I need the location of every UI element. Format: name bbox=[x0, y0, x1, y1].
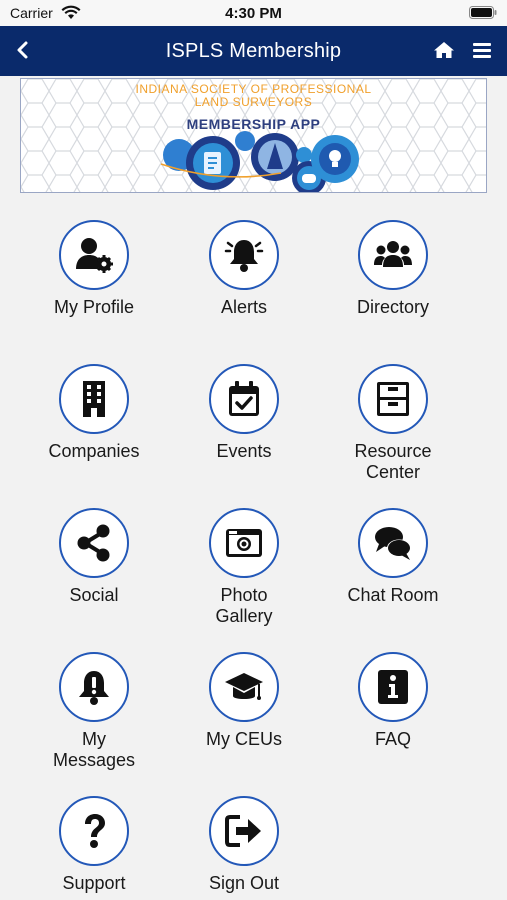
status-bar: Carrier 4:30 PM bbox=[0, 0, 507, 26]
menu-item-label: My CEUs bbox=[206, 729, 282, 749]
chat-bubbles-icon bbox=[375, 527, 411, 560]
building-icon bbox=[83, 381, 105, 417]
menu-item-label: Directory bbox=[356, 297, 429, 317]
banner-organization-name: INDIANA SOCIETY OF PROFESSIONAL LAND SUR… bbox=[135, 82, 372, 109]
user-gear-icon bbox=[76, 238, 113, 273]
menu-item-label: Events bbox=[216, 441, 272, 461]
menu-item-label: Sign Out bbox=[208, 873, 280, 893]
menu-item-label: Support bbox=[62, 873, 126, 893]
question-icon bbox=[85, 814, 105, 848]
share-icon bbox=[77, 524, 110, 562]
camera-icon bbox=[226, 529, 262, 557]
home-icon bbox=[434, 42, 454, 58]
page-title: ISPLS Membership bbox=[165, 40, 342, 62]
banner-app-name: MEMBERSHIP APP bbox=[186, 116, 321, 132]
filing-cabinet-icon bbox=[377, 382, 409, 416]
calendar-check-icon bbox=[229, 381, 259, 416]
menu-item-label: Resource Center bbox=[354, 441, 432, 482]
users-group-icon bbox=[374, 241, 412, 267]
bell-exclamation-icon bbox=[79, 671, 109, 705]
home-button[interactable] bbox=[432, 38, 456, 62]
menu-item-label: Companies bbox=[48, 441, 140, 461]
menu-item-label: Chat Room bbox=[347, 585, 439, 605]
hamburger-menu-icon bbox=[473, 43, 491, 58]
info-icon bbox=[378, 670, 408, 704]
bell-icon bbox=[224, 240, 264, 272]
menu-item-label: FAQ bbox=[374, 729, 411, 749]
menu-button[interactable] bbox=[470, 38, 494, 62]
clock-label: 4:30 PM bbox=[225, 5, 282, 22]
graduation-cap-icon bbox=[225, 673, 263, 700]
menu-item-label: Social bbox=[69, 585, 119, 605]
battery-icon bbox=[469, 6, 497, 24]
menu-item-label: My Profile bbox=[53, 297, 134, 317]
menu-item-label: Photo Gallery bbox=[215, 585, 273, 626]
membership-banner: INDIANA SOCIETY OF PROFESSIONAL LAND SUR… bbox=[20, 78, 487, 193]
navigation-bar: ISPLS Membership bbox=[0, 26, 507, 76]
sign-out-icon bbox=[225, 815, 261, 847]
menu-item-label: My Messages bbox=[52, 729, 136, 770]
menu-item-label: Alerts bbox=[220, 297, 267, 317]
